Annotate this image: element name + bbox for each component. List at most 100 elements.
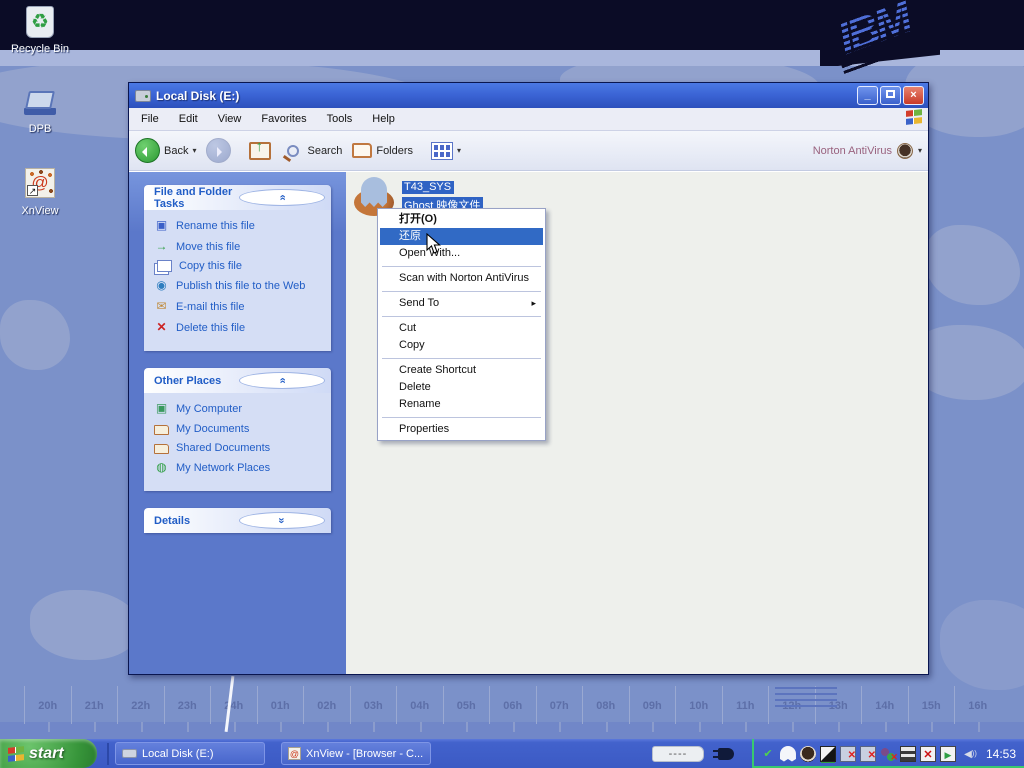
hour-timeline: 20h21h22h23h24h01h02h03h04h05h06h07h08h0… [0,686,1024,736]
place-icon [154,460,169,475]
context-menu-item[interactable]: Rename [380,396,543,413]
task-link[interactable]: Publish this file to the Web [154,278,325,293]
context-menu-item[interactable]: Open With... [380,245,543,262]
place-link[interactable]: Shared Documents [154,441,325,454]
xnview-icon: @↗ [23,168,57,202]
task-link[interactable]: Rename this file [154,218,325,233]
taskbar-clock[interactable]: 14:53 [986,747,1016,761]
place-link[interactable]: My Computer [154,401,325,416]
hour-tick: 15h [908,686,955,724]
panel-header[interactable]: File and Folder Tasks [144,185,331,210]
context-menu-item[interactable]: Properties [380,421,543,438]
disk-icon [135,90,151,102]
hour-tick: 10h [675,686,722,724]
battery-meter[interactable]: ---- [652,746,704,762]
file-name: T43_SYS [402,181,454,194]
menu-help[interactable]: Help [362,110,405,128]
network-x-icon[interactable] [860,746,876,762]
power-plug-icon [718,748,734,760]
context-menu-item[interactable]: 还原 [380,228,543,245]
context-menu-item[interactable]: Cut [380,320,543,337]
volume-tray-icon[interactable] [960,746,976,762]
window-titlebar[interactable]: Local Disk (E:) _ × [129,83,928,108]
panel-header[interactable]: Details [144,508,331,533]
context-menu-item[interactable] [380,354,543,362]
task-link[interactable]: Move this file [154,239,325,254]
context-menu-item[interactable] [380,287,543,295]
mouse-cursor [426,233,441,255]
hour-tick: 07h [536,686,583,724]
context-menu-item[interactable]: Send To ▸ [380,295,543,312]
task-link[interactable]: Copy this file [154,260,325,272]
hour-tick: 05h [443,686,490,724]
context-menu-item[interactable]: Delete [380,379,543,396]
panel-header[interactable]: Other Places [144,368,331,393]
minimize-button[interactable]: _ [857,86,878,105]
context-menu-item[interactable] [380,413,543,421]
chevron-up-icon[interactable] [239,372,326,389]
disk-icon [122,749,137,758]
back-button[interactable]: Back ▾ [135,138,196,163]
place-link[interactable]: My Documents [154,422,325,435]
folders-button[interactable]: Folders [352,143,413,158]
context-menu-item[interactable] [380,262,543,270]
wireless-x-icon[interactable] [840,746,856,762]
taskbar-divider [107,743,109,765]
timeline-ladder-mark [775,687,837,709]
views-dropdown-caret[interactable]: ▾ [457,146,461,155]
no-signal-icon[interactable] [920,746,936,762]
hour-tick: 23h [164,686,211,724]
display-tray-icon[interactable] [820,746,836,762]
chevron-down-icon[interactable] [239,512,326,529]
menu-tools[interactable]: Tools [317,110,363,128]
context-menu: 打开(O) 还原 Open With... Scan with Norton A… [377,208,546,441]
search-button[interactable]: Search [287,145,342,157]
system-tray: 14:53 [752,739,1024,768]
menu-edit[interactable]: Edit [169,110,208,128]
desktop-icon-dpb[interactable]: DPB [2,86,78,135]
up-folder-icon [249,142,271,160]
context-menu-item[interactable]: Copy [380,337,543,354]
hour-tick: 09h [629,686,676,724]
chevron-up-icon[interactable] [239,189,326,206]
context-menu-item[interactable]: Create Shortcut [380,362,543,379]
file-and-folder-tasks-panel: File and Folder Tasks Rename this file M… [144,185,331,351]
context-menu-item[interactable]: Scan with Norton AntiVirus [380,270,543,287]
hour-tick: 02h [303,686,350,724]
task-link[interactable]: E-mail this file [154,299,325,314]
context-menu-item[interactable] [380,312,543,320]
place-link[interactable]: My Network Places [154,460,325,475]
back-dropdown-caret[interactable]: ▾ [192,146,196,155]
close-button[interactable]: × [903,86,924,105]
forward-button[interactable] [206,138,231,163]
task-icon [154,239,169,254]
context-menu-item[interactable]: 打开(O) [380,211,543,228]
menu-view[interactable]: View [208,110,252,128]
menu-file[interactable]: File [131,110,169,128]
xnview-icon: @ [288,747,301,760]
messenger-offline-icon[interactable] [880,746,896,762]
views-button[interactable]: ▾ [431,142,461,160]
up-button[interactable] [249,142,271,160]
taskbar-task-local-disk[interactable]: Local Disk (E:) [115,742,265,765]
media-tray-icon[interactable] [940,746,956,762]
norton-dropdown-caret[interactable]: ▾ [918,146,922,155]
other-places-panel: Other Places My Computer My Documents [144,368,331,491]
windows-flag-icon [906,110,922,129]
norton-antivirus-button[interactable]: Norton AntiVirus ▾ [813,143,922,159]
desktop-icon-recycle-bin[interactable]: ♻ Recycle Bin [2,6,78,55]
dock-tray-icon[interactable] [900,746,916,762]
ghost-tray-icon[interactable] [780,746,796,762]
norton-tray-icon[interactable] [800,746,816,762]
map-landmass [30,590,140,660]
back-icon [135,138,160,163]
maximize-button[interactable] [880,86,901,105]
desktop-icon-xnview[interactable]: @↗ XnView [2,168,78,217]
task-link[interactable]: Delete this file [154,320,325,335]
norton-antivirus-icon [897,143,913,159]
menu-favorites[interactable]: Favorites [251,110,316,128]
green-utility-icon[interactable] [760,746,776,762]
taskbar-task-xnview[interactable]: @ XnView - [Browser - C... [281,742,431,765]
start-button[interactable]: start [0,739,97,768]
place-icon [154,444,169,454]
